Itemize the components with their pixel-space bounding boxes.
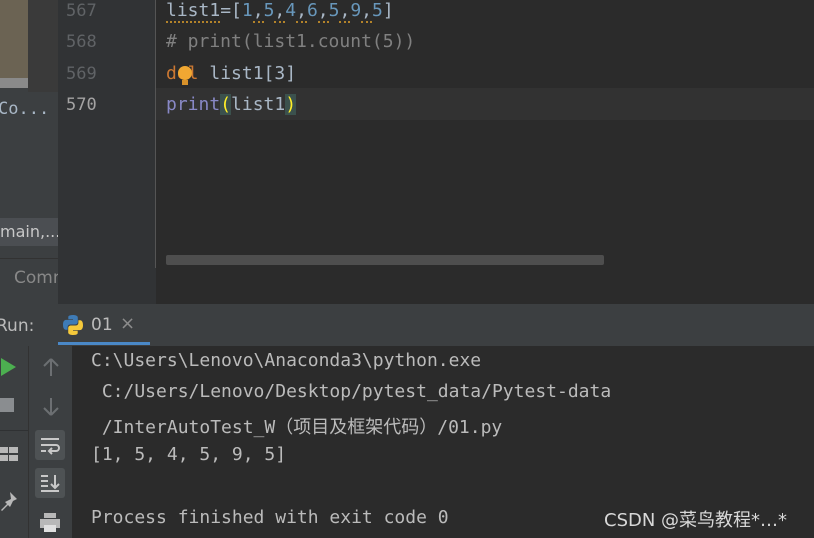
identifier: list1 xyxy=(166,0,221,23)
console-line: Process finished with exit code 0 xyxy=(91,507,449,528)
watermark: CSDN @菜鸟教程*…* xyxy=(604,510,788,531)
close-tab-icon[interactable]: × xyxy=(120,313,135,334)
number: 1 xyxy=(241,0,253,21)
number: 5 xyxy=(372,0,383,21)
console-line: C:/Users/Lenovo/Desktop/pytest_data/Pyte… xyxy=(91,381,612,402)
print-icon[interactable] xyxy=(38,510,62,534)
bracket: ] xyxy=(382,0,394,21)
console-line: /InterAutoTest_W（项目及框架代码）/01.py xyxy=(91,417,503,438)
number: 5 xyxy=(328,0,340,21)
arrow-up-icon[interactable] xyxy=(40,356,62,378)
horizontal-scrollbar[interactable] xyxy=(166,255,604,265)
layout-icon[interactable] xyxy=(0,444,20,464)
operator: =[ xyxy=(220,0,242,21)
pin-icon[interactable] xyxy=(0,490,22,512)
soft-wrap-button[interactable] xyxy=(35,430,65,460)
rerun-icon[interactable] xyxy=(0,356,18,378)
run-tab-indicator xyxy=(58,342,150,345)
run-tab-label: 01 xyxy=(91,315,113,335)
divider xyxy=(0,258,58,259)
number: 4 xyxy=(285,0,297,21)
console-line: [1, 5, 4, 5, 9, 5] xyxy=(91,444,287,465)
stop-icon[interactable] xyxy=(0,396,16,414)
code-line-568[interactable]: # print(list1.count(5)) xyxy=(166,31,415,52)
project-panel-area xyxy=(28,0,58,92)
number: 5 xyxy=(263,0,275,21)
paren-close: ) xyxy=(285,94,297,115)
line-number: 568 xyxy=(66,32,97,52)
toolbar-divider xyxy=(0,430,28,431)
number: 9 xyxy=(350,0,362,21)
branch-label[interactable]: main,... xyxy=(0,218,58,246)
scroll-to-end-button[interactable] xyxy=(35,468,65,498)
project-thumbnail-strip xyxy=(0,78,28,88)
line-number: 569 xyxy=(66,64,97,84)
number: 6 xyxy=(306,0,318,21)
argument: list1 xyxy=(231,94,286,115)
line-number: 567 xyxy=(66,1,97,21)
paren-open: ( xyxy=(220,94,232,115)
code-text: list1[3] xyxy=(198,63,297,84)
project-thumbnail xyxy=(0,0,28,78)
scroll-to-end-icon xyxy=(41,475,60,492)
lightbulb-icon[interactable] xyxy=(178,66,192,80)
project-label[interactable]: Co... xyxy=(0,99,49,119)
console-line: C:\Users\Lenovo\Anaconda3\python.exe xyxy=(91,350,482,371)
python-icon xyxy=(63,315,83,335)
line-number-current: 570 xyxy=(66,95,97,115)
arrow-down-icon[interactable] xyxy=(40,396,62,418)
builtin-function: print xyxy=(166,94,221,115)
run-label: Run: xyxy=(0,316,35,336)
lightbulb-icon-base xyxy=(182,80,188,85)
code-line-570[interactable]: print(list1) xyxy=(166,94,297,115)
code-line-567[interactable]: list1=[1,5,4,6,5,9,5] xyxy=(166,0,394,23)
soft-wrap-icon xyxy=(41,438,60,455)
